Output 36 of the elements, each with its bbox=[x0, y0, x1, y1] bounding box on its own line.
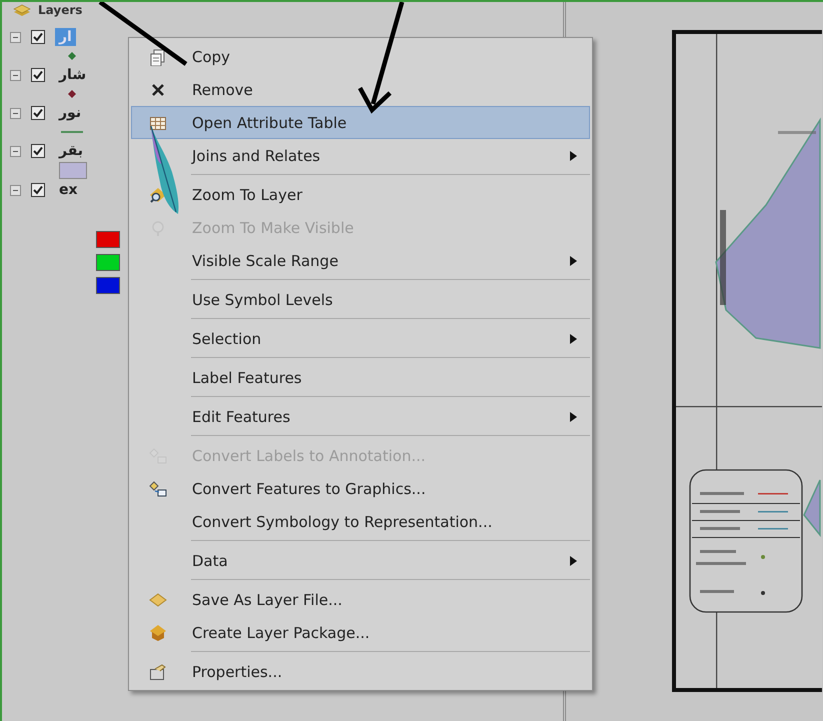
menu-item[interactable]: Convert Features to Graphics... bbox=[131, 472, 590, 505]
toc-title: Layers bbox=[38, 3, 82, 17]
menu-item[interactable]: Remove bbox=[131, 73, 590, 106]
collapse-icon[interactable] bbox=[10, 32, 21, 42]
menu-item[interactable]: Joins and Relates bbox=[131, 139, 590, 172]
checkbox[interactable] bbox=[31, 106, 45, 120]
menu-item[interactable]: Create Layer Package... bbox=[131, 616, 590, 649]
collapse-icon[interactable] bbox=[10, 184, 21, 196]
menu-item[interactable]: Copy bbox=[131, 40, 590, 73]
checkbox[interactable] bbox=[31, 183, 45, 197]
menu-item[interactable]: Convert Symbology to Representation... bbox=[131, 505, 590, 538]
menu-item[interactable]: Data bbox=[131, 544, 590, 577]
checkbox[interactable] bbox=[31, 68, 45, 82]
menu-item[interactable]: Use Symbol Levels bbox=[131, 283, 590, 316]
layer-name[interactable]: شار bbox=[55, 66, 90, 84]
collapse-icon[interactable] bbox=[10, 70, 21, 80]
layer-name[interactable]: نور bbox=[55, 104, 86, 122]
collapse-icon[interactable] bbox=[10, 108, 21, 118]
layers-icon bbox=[12, 3, 32, 17]
layer-name[interactable]: بقر bbox=[55, 142, 88, 160]
menu-item[interactable]: Save As Layer File... bbox=[131, 583, 590, 616]
copy-icon bbox=[149, 48, 167, 66]
menu-item[interactable]: Properties... bbox=[131, 655, 590, 688]
checkbox[interactable] bbox=[31, 144, 45, 158]
shapes-icon bbox=[149, 480, 167, 498]
layer-name[interactable]: ex bbox=[55, 181, 82, 199]
collapse-icon[interactable] bbox=[10, 146, 21, 156]
menu-item[interactable]: Visible Scale Range bbox=[131, 244, 590, 277]
menu-item[interactable]: Edit Features bbox=[131, 400, 590, 433]
box-icon bbox=[149, 624, 167, 642]
folder-icon bbox=[149, 662, 167, 680]
checkbox[interactable] bbox=[31, 30, 45, 44]
menu-item[interactable]: Open Attribute Table bbox=[131, 106, 590, 139]
menu-item[interactable]: Selection bbox=[131, 322, 590, 355]
diamond-icon bbox=[149, 590, 167, 608]
menu-item[interactable]: Label Features bbox=[131, 361, 590, 394]
